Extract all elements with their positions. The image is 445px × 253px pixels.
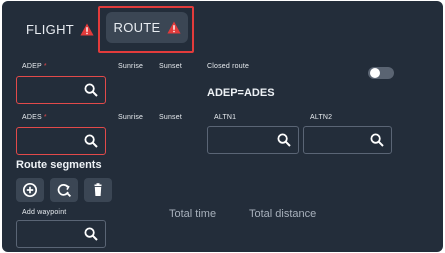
ades-label: ADES * (22, 114, 47, 121)
adep-label: ADEP * (22, 63, 47, 70)
route-segments-title: Route segments (16, 159, 102, 171)
trash-icon (94, 183, 102, 196)
adep-field[interactable] (16, 76, 106, 104)
sunrise-label: Sunrise (118, 63, 144, 70)
toggle-knob (370, 68, 380, 78)
search-icon[interactable] (84, 83, 98, 97)
closed-route-label: Closed route (207, 63, 250, 70)
required-mark: * (43, 114, 47, 121)
tab-flight[interactable]: FLIGHT (26, 11, 94, 47)
add-waypoint-field[interactable] (16, 220, 106, 248)
add-waypoint-label: Add waypoint (22, 209, 67, 216)
search-icon[interactable] (277, 133, 291, 147)
tab-route[interactable]: ROUTE (106, 12, 188, 43)
altn2-field[interactable] (303, 126, 392, 154)
plus-circle-icon (22, 182, 38, 198)
search-icon[interactable] (84, 227, 98, 241)
altn1-label: ALTN1 (214, 114, 237, 121)
ades-field[interactable] (16, 127, 106, 155)
sunset-label: Sunset (159, 63, 182, 70)
search-icon[interactable] (84, 134, 98, 148)
adep-label-text: ADEP (22, 63, 42, 70)
closed-route-value: ADEP=ADES (207, 87, 275, 99)
sunset-label-2: Sunset (159, 114, 182, 121)
delete-segment-button[interactable] (84, 178, 112, 202)
required-mark: * (43, 63, 47, 70)
refresh-search-icon (57, 184, 72, 198)
add-segment-button[interactable] (16, 178, 44, 202)
search-replace-button[interactable] (50, 178, 78, 202)
tab-flight-label: FLIGHT (26, 21, 75, 37)
total-distance-label: Total distance (249, 208, 317, 220)
search-icon[interactable] (370, 133, 384, 147)
closed-route-toggle[interactable] (368, 67, 394, 79)
tab-route-label: ROUTE (113, 20, 161, 35)
warning-icon (80, 23, 94, 35)
ades-label-text: ADES (22, 114, 42, 121)
warning-icon (166, 21, 181, 34)
route-panel: FLIGHT ROUTE ADEP * Sunrise Sunset Closed… (2, 1, 443, 252)
altn2-label: ALTN2 (310, 114, 333, 121)
altn1-field[interactable] (207, 126, 299, 154)
total-time-label: Total time (169, 208, 217, 220)
sunrise-label-2: Sunrise (118, 114, 144, 121)
